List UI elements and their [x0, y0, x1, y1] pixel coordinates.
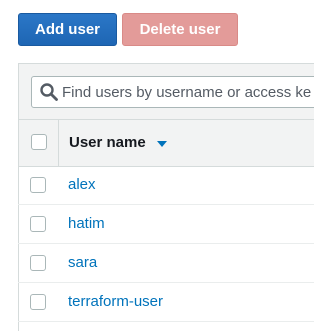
row-checkbox[interactable] [30, 294, 46, 310]
add-user-button[interactable]: Add user [18, 13, 117, 46]
delete-user-button[interactable]: Delete user [122, 13, 238, 46]
row-checkbox[interactable] [30, 216, 46, 232]
table-row: alex [18, 166, 314, 205]
search-icon [40, 83, 58, 101]
user-name-link[interactable]: hatim [68, 215, 105, 233]
user-name-link[interactable]: alex [68, 176, 96, 194]
table-row: hatim [18, 205, 314, 244]
user-name-link[interactable]: sara [68, 254, 97, 272]
search-box[interactable] [31, 76, 314, 108]
row-checkbox[interactable] [30, 255, 46, 271]
search-input[interactable] [62, 83, 314, 101]
search-bar [19, 64, 314, 119]
select-all-checkbox[interactable] [31, 134, 47, 150]
user-name-link[interactable]: terraform-user [68, 293, 163, 311]
table-header: User name [19, 119, 314, 167]
sort-descending-icon[interactable] [157, 141, 167, 147]
table-row: terraform-user [18, 283, 314, 322]
users-page: Add user Delete user User name alex [0, 0, 314, 331]
column-header-user-name[interactable]: User name [69, 134, 146, 152]
table-body: alex hatim sara terraform-user [18, 166, 314, 322]
row-checkbox[interactable] [30, 177, 46, 193]
column-divider [58, 120, 59, 167]
table-row: sara [18, 244, 314, 283]
